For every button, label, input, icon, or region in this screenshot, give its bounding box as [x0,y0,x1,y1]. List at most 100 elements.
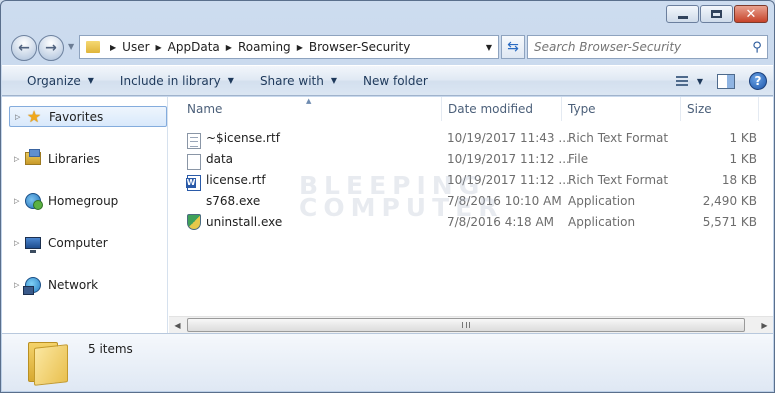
maximize-button[interactable] [700,5,733,23]
details-pane: 5 items [2,333,773,391]
large-folder-icon [28,342,68,386]
refresh-icon: ⇆ [507,39,519,55]
new-folder-button[interactable]: New folder [350,69,441,93]
organize-button[interactable]: Organize ▼ [14,69,107,93]
minimize-button[interactable] [666,5,699,23]
details-view-icon [675,76,688,86]
sidebar-item-label: Network [48,277,99,292]
file-date-modified: 7/8/2016 4:18 AM [447,215,555,229]
main-area: ▷ ★ Favorites ▷ Libraries ▷ Homegroup ▷ … [2,97,773,333]
close-button[interactable]: ✕ [734,5,768,23]
column-header-type[interactable]: Type [568,97,680,121]
file-type: Rich Text Format [568,173,669,187]
forward-button[interactable]: → [38,35,64,61]
address-bar[interactable]: ▶ User ▶ AppData ▶ Roaming ▶ Browser-Sec… [79,35,499,59]
navigation-bar: ← → ▼ ▶ User ▶ AppData ▶ Roaming ▶ Brows… [9,33,768,61]
column-divider[interactable] [758,97,759,121]
maximize-icon [711,10,722,18]
new-folder-label: New folder [363,73,428,88]
homegroup-icon [24,192,43,210]
file-type: Application [568,215,636,229]
chevron-down-icon: ▼ [330,76,337,85]
sidebar-item-label: Favorites [49,109,104,124]
column-divider[interactable] [441,97,442,121]
organize-label: Organize [27,73,81,88]
file-size: 18 KB [721,173,757,187]
item-count: 5 items [88,342,133,356]
change-view-button[interactable] [671,71,693,91]
breadcrumb-separator-icon[interactable]: ▶ [110,43,116,52]
scrollbar-thumb[interactable] [187,318,745,332]
sidebar-item-favorites[interactable]: ▷ ★ Favorites [9,106,167,127]
breadcrumb-item-roaming[interactable]: Roaming [238,40,291,54]
search-icon[interactable]: ⚲ [747,40,767,55]
breadcrumb-separator-icon[interactable]: ▶ [226,43,232,52]
breadcrumb-item-user[interactable]: User [122,40,149,54]
expand-arrow-icon[interactable]: ▷ [14,155,24,163]
column-header-label: Size [687,102,712,116]
sidebar-item-computer[interactable]: ▷ Computer [9,232,167,253]
sidebar-item-libraries[interactable]: ▷ Libraries [9,148,167,169]
preview-pane-icon[interactable] [717,73,735,89]
column-divider[interactable] [561,97,562,121]
computer-icon [24,235,42,253]
back-button[interactable]: ← [11,35,37,61]
search-input[interactable] [528,40,747,54]
share-with-label: Share with [259,73,324,88]
word-document-icon [186,174,201,191]
rtf-document-icon [187,132,201,149]
sidebar-item-network[interactable]: ▷ Network [9,274,167,295]
explorer-window: ✕ ← → ▼ ▶ User ▶ AppData ▶ Roaming ▶ Bro… [0,0,775,393]
address-history-dropdown-icon[interactable]: ▼ [480,43,498,52]
file-row[interactable]: data 10/19/2017 11:12 ... File 1 KB [183,149,757,170]
file-size: 5,571 KB [702,215,757,229]
file-list: ▲ Name Date modified Type Size ~$icense.… [169,97,773,333]
column-header-name[interactable]: Name [187,97,439,121]
file-name: license.rtf [206,173,266,187]
file-row[interactable]: s768.exe 7/8/2016 10:10 AM Application 2… [183,191,757,212]
scroll-right-icon[interactable]: ▶ [756,317,773,333]
network-icon [23,276,42,295]
command-bar: Organize ▼ Include in library ▼ Share with… [2,65,773,96]
column-divider[interactable] [680,97,681,121]
breadcrumb-item-browser-security[interactable]: Browser-Security [309,40,410,54]
refresh-button[interactable]: ⇆ [501,35,525,59]
blank-file-icon [187,153,201,170]
search-box[interactable]: ⚲ [527,35,768,59]
file-row[interactable]: ~$icense.rtf 10/19/2017 11:43 ... Rich T… [183,128,757,149]
star-icon: ★ [26,106,42,126]
recent-pages-dropdown-icon[interactable]: ▼ [68,42,74,51]
file-name: uninstall.exe [206,215,283,229]
horizontal-scrollbar[interactable]: ◀ ▶ [169,316,773,333]
help-icon[interactable]: ? [749,72,767,90]
view-options-dropdown-icon[interactable]: ▼ [697,77,703,86]
navigation-pane: ▷ ★ Favorites ▷ Libraries ▷ Homegroup ▷ … [2,97,168,333]
expand-arrow-icon[interactable]: ▷ [14,197,24,205]
breadcrumb-separator-icon[interactable]: ▶ [156,43,162,52]
include-in-library-button[interactable]: Include in library ▼ [107,69,247,93]
file-date-modified: 10/19/2017 11:12 ... [447,173,570,187]
sidebar-item-label: Computer [48,235,108,250]
column-header-date-modified[interactable]: Date modified [448,97,563,121]
file-name: s768.exe [206,194,261,208]
folder-icon [86,41,100,53]
file-type: Rich Text Format [568,131,669,145]
column-header-size[interactable]: Size [687,97,757,121]
scroll-left-icon[interactable]: ◀ [169,317,186,333]
file-row[interactable]: uninstall.exe 7/8/2016 4:18 AM Applicati… [183,212,757,233]
column-header-label: Date modified [448,102,534,116]
column-header-label: Name [187,102,223,116]
file-size: 1 KB [729,152,757,166]
sidebar-item-label: Libraries [48,151,100,166]
share-with-button[interactable]: Share with ▼ [247,69,350,93]
expand-arrow-icon[interactable]: ▷ [14,239,24,247]
file-row[interactable]: license.rtf 10/19/2017 11:12 ... Rich Te… [183,170,757,191]
file-size: 1 KB [729,131,757,145]
close-icon: ✕ [745,6,757,22]
file-name: ~$icense.rtf [206,131,280,145]
breadcrumb-item-appdata[interactable]: AppData [168,40,220,54]
sidebar-item-homegroup[interactable]: ▷ Homegroup [9,190,167,211]
expand-arrow-icon[interactable]: ▷ [15,113,25,121]
chevron-down-icon: ▼ [87,76,94,85]
breadcrumb-separator-icon[interactable]: ▶ [297,43,303,52]
